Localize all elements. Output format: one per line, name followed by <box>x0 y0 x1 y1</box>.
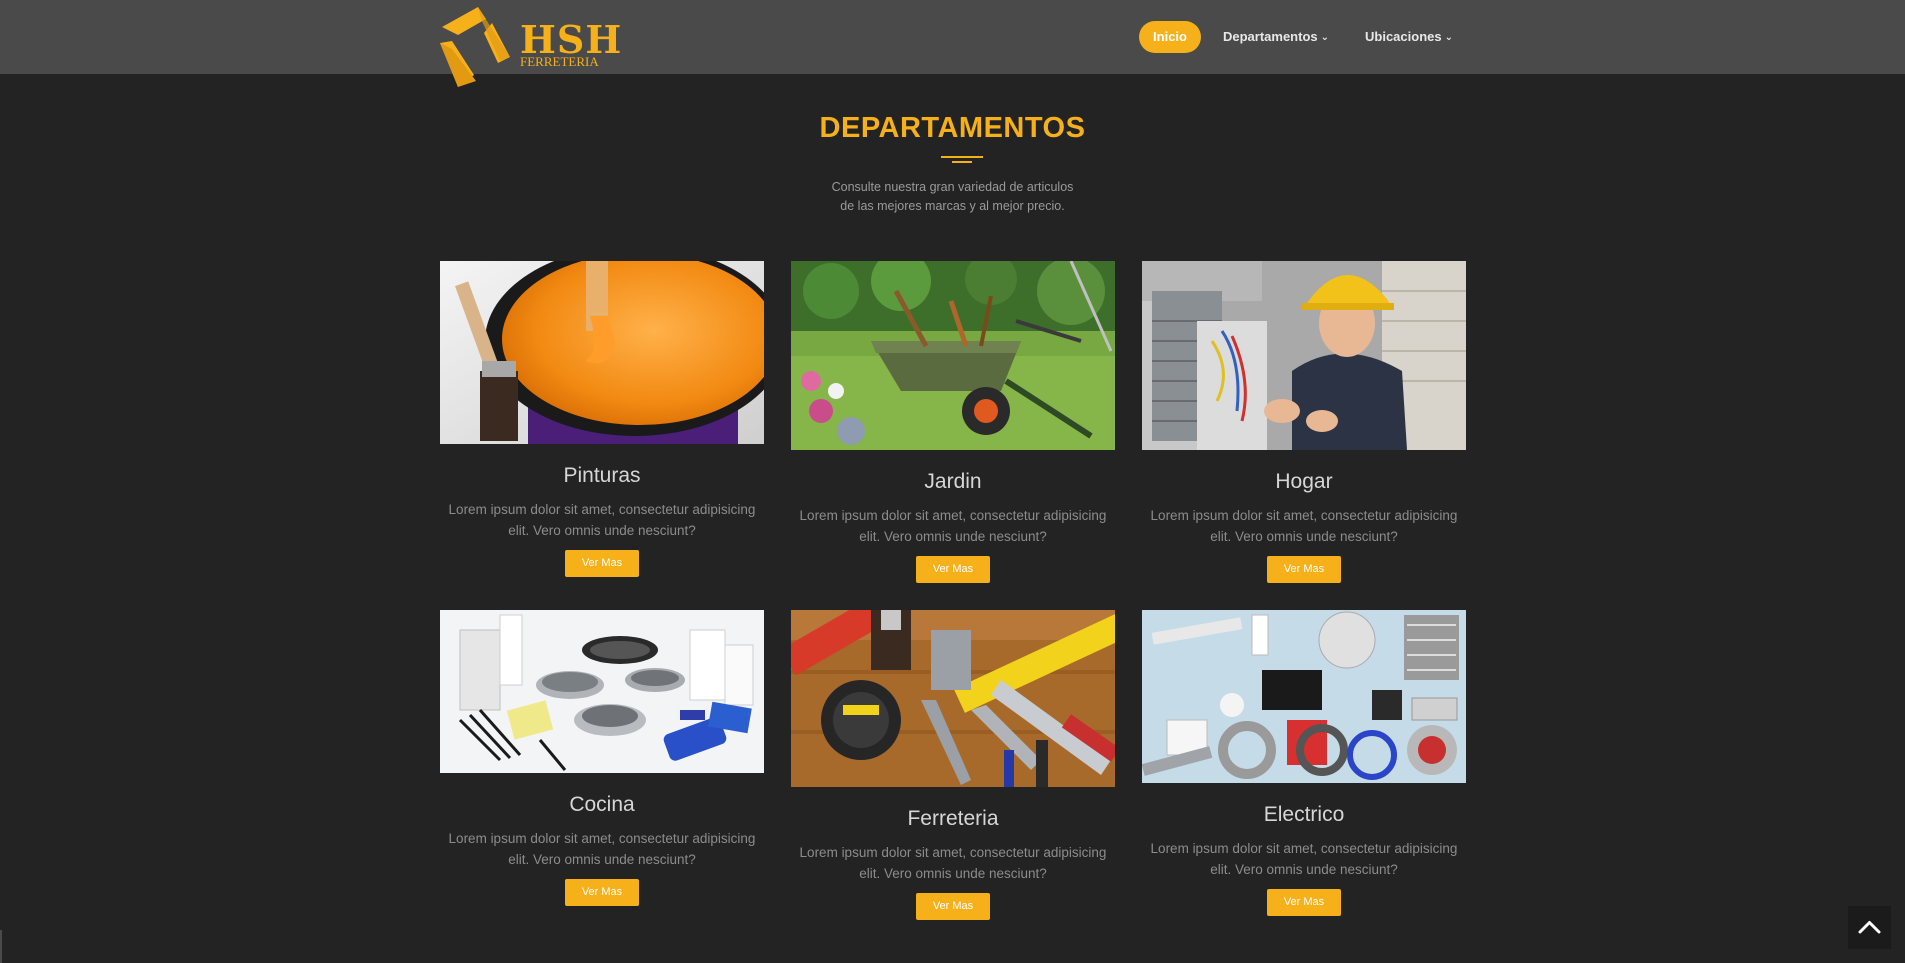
nav-item-ubicaciones[interactable]: Ubicaciones ⌄ <box>1351 21 1467 53</box>
electrical-supplies-image[interactable] <box>1142 610 1466 783</box>
brand-subtitle: FERRETERIA <box>520 54 599 69</box>
card-text: Lorem ipsum dolor sit amet, consectetur … <box>448 831 756 867</box>
card-title: Pinturas <box>563 464 641 487</box>
page-edge <box>0 930 2 963</box>
section-subtitle: Consulte nuestra gran variedad de articu… <box>0 178 1905 216</box>
card-title: Cocina <box>569 793 635 816</box>
nav-item-label: Inicio <box>1153 29 1187 44</box>
logo-mark-icon <box>440 7 510 87</box>
ver-mas-button[interactable]: Ver Mas <box>1266 889 1342 916</box>
main-nav: Inicio Departamentos ⌄ Ubicaciones ⌄ <box>1131 21 1467 53</box>
department-card-jardin: Jardin Lorem ipsum dolor sit amet, conse… <box>791 261 1115 583</box>
department-card-cocina: Cocina Lorem ipsum dolor sit amet, conse… <box>440 610 764 906</box>
nav-item-inicio[interactable]: Inicio <box>1139 21 1201 53</box>
card-title: Hogar <box>1275 470 1333 493</box>
subtitle-line: de las mejores marcas y al mejor precio. <box>840 199 1065 213</box>
card-text: Lorem ipsum dolor sit amet, consectetur … <box>1150 841 1458 877</box>
department-card-ferreteria: Ferreteria Lorem ipsum dolor sit amet, c… <box>791 610 1115 920</box>
technician-repair-image[interactable] <box>1142 261 1466 450</box>
card-title: Ferreteria <box>907 807 999 830</box>
ver-mas-button[interactable]: Ver Mas <box>915 556 991 583</box>
nav-item-label: Ubicaciones <box>1365 29 1442 44</box>
card-title: Jardin <box>924 470 982 493</box>
nav-item-departamentos[interactable]: Departamentos ⌄ <box>1209 21 1343 53</box>
ver-mas-button[interactable]: Ver Mas <box>915 893 991 920</box>
nav-item-label: Departamentos <box>1222 29 1318 44</box>
cookware-image[interactable] <box>440 610 764 773</box>
department-card-pinturas: Pinturas Lorem ipsum dolor sit amet, con… <box>440 261 764 577</box>
paint-bucket-image[interactable] <box>440 261 764 444</box>
card-text: Lorem ipsum dolor sit amet, consectetur … <box>448 502 756 538</box>
garden-wheelbarrow-image[interactable] <box>791 261 1115 450</box>
ver-mas-button[interactable]: Ver Mas <box>564 879 640 906</box>
ver-mas-button[interactable]: Ver Mas <box>564 550 640 577</box>
ver-mas-button[interactable]: Ver Mas <box>1266 556 1342 583</box>
card-text: Lorem ipsum dolor sit amet, consectetur … <box>1150 508 1458 544</box>
chevron-down-icon: ⌄ <box>1444 32 1453 43</box>
brand-logo[interactable]: HSH FERRETERIA <box>438 5 621 87</box>
card-title: Electrico <box>1263 803 1345 826</box>
department-card-hogar: Hogar Lorem ipsum dolor sit amet, consec… <box>1142 261 1466 583</box>
navbar: HSH FERRETERIA Inicio Departamentos ⌄ Ubi… <box>0 0 1905 87</box>
card-text: Lorem ipsum dolor sit amet, consectetur … <box>799 845 1107 881</box>
scroll-to-top-button[interactable] <box>1848 906 1891 949</box>
title-divider <box>941 156 983 164</box>
chevron-up-icon <box>1858 921 1881 934</box>
subtitle-line: Consulte nuestra gran variedad de articu… <box>831 180 1074 194</box>
card-text: Lorem ipsum dolor sit amet, consectetur … <box>799 508 1107 544</box>
section-title: DEPARTAMENTOS <box>819 112 1086 144</box>
department-card-electrico: Electrico Lorem ipsum dolor sit amet, co… <box>1142 610 1466 916</box>
chevron-down-icon: ⌄ <box>1320 32 1330 43</box>
tools-image[interactable] <box>791 610 1115 787</box>
